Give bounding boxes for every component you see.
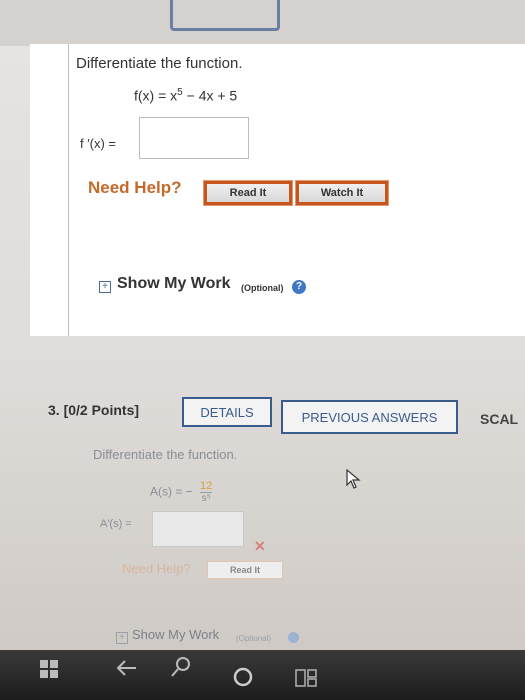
question-number: 3. [0/2 Points] xyxy=(48,402,139,418)
read-it-button[interactable]: Read It xyxy=(204,181,292,205)
optional-label: (Optional) xyxy=(241,283,284,293)
function-base: f(x) = x xyxy=(134,87,178,104)
windows-icon[interactable] xyxy=(40,660,58,678)
question-prompt: Differentiate the function. xyxy=(76,55,243,72)
previous-answers-button[interactable]: PREVIOUS ANSWERS xyxy=(281,400,458,434)
previous-answer-box-edge xyxy=(170,0,280,31)
question3-function: A(s) = − 12 s⁵ xyxy=(150,480,213,505)
plus-box-icon[interactable]: + xyxy=(116,632,128,644)
watch-it-button[interactable]: Watch It xyxy=(296,181,388,205)
question-circle-icon[interactable]: ? xyxy=(292,280,306,294)
question-points: [0/2 Points] xyxy=(63,402,140,418)
mouse-pointer-icon xyxy=(346,468,361,489)
browser-viewport: Differentiate the function. f(x) = x5 − … xyxy=(0,0,525,650)
answer-input[interactable] xyxy=(139,117,249,159)
question3-read-it-button[interactable]: Read It xyxy=(207,561,283,579)
scale-label[interactable]: SCAL xyxy=(480,411,518,427)
plus-box-icon[interactable]: + xyxy=(99,281,111,293)
show-my-work-toggle[interactable]: Show My Work xyxy=(117,275,231,293)
taskbar xyxy=(0,650,525,700)
function3-fraction: 12 s⁵ xyxy=(200,480,213,505)
function-expression: f(x) = x5 − 4x + 5 xyxy=(134,87,237,104)
question-number-value: 3. xyxy=(48,402,60,418)
need-help-label: Need Help? xyxy=(88,178,182,197)
question3-derivative-label: A′(s) = xyxy=(100,518,132,530)
home-icon[interactable] xyxy=(232,666,254,688)
question-circle-icon[interactable] xyxy=(288,632,299,643)
question3-optional-label: (Optional) xyxy=(236,634,272,643)
question3-need-help-label: Need Help? xyxy=(122,561,191,576)
derivative-label: f ′(x) = xyxy=(80,136,117,151)
fraction-denominator: s⁵ xyxy=(201,493,211,504)
task-view-icon[interactable] xyxy=(294,666,318,690)
card-left-border xyxy=(68,44,69,336)
question3-prompt: Differentiate the function. xyxy=(93,447,238,462)
details-button[interactable]: DETAILS xyxy=(182,397,272,427)
question3-show-my-work-toggle[interactable]: Show My Work xyxy=(132,627,219,642)
question3-answer-input[interactable] xyxy=(152,511,244,547)
search-icon[interactable] xyxy=(168,654,194,680)
fraction-numerator: 12 xyxy=(200,480,213,493)
incorrect-cross-icon: ✕ xyxy=(254,538,266,554)
back-arrow-icon[interactable] xyxy=(114,656,140,680)
function-rest: − 4x + 5 xyxy=(182,87,238,104)
function3-lhs: A(s) = − xyxy=(150,484,193,499)
